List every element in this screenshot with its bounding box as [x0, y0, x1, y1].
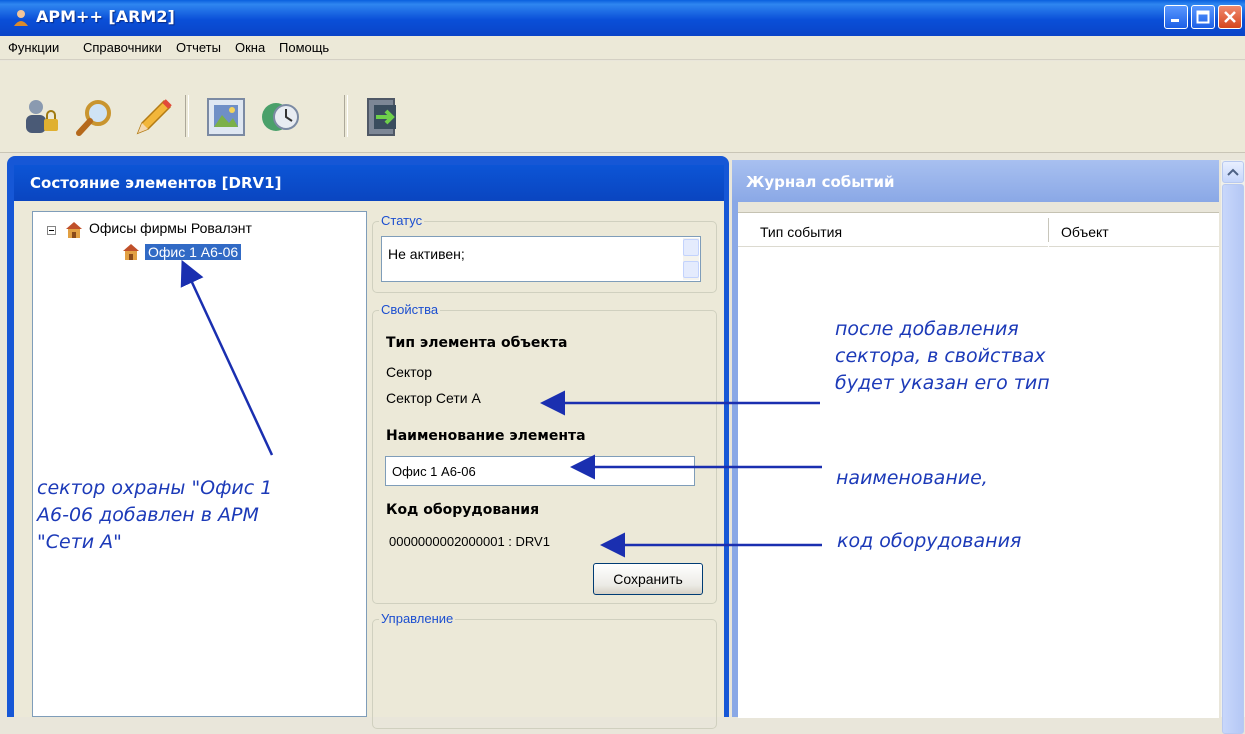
- arrow-to-tree-item: [180, 259, 274, 456]
- annotation-arrows: [180, 259, 822, 558]
